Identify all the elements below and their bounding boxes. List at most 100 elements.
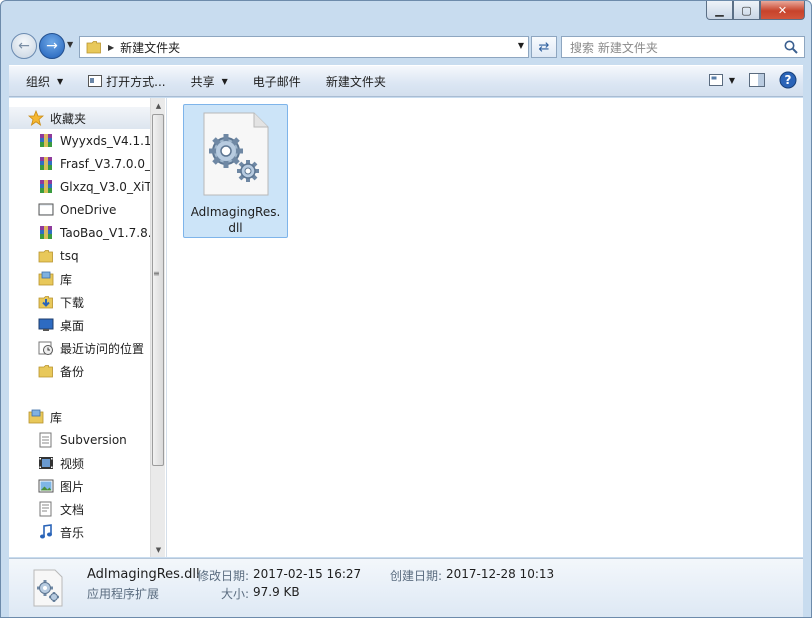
minimize-icon: ▁ <box>715 3 724 17</box>
folder-icon <box>38 250 53 263</box>
change-view-icon[interactable] <box>708 74 723 86</box>
address-dropdown-icon[interactable]: ▼ <box>518 41 524 50</box>
address-bar[interactable]: ▶ 新建文件夹 ▼ <box>79 36 529 58</box>
nav-item-label: tsq <box>60 249 79 263</box>
back-button[interactable]: ← <box>11 33 37 59</box>
music-icon <box>40 524 52 539</box>
nav-item-label: 图片 <box>60 479 85 494</box>
nav-favorite-item[interactable]: 库 <box>9 268 150 290</box>
refresh-icon: ⇄ <box>538 39 550 55</box>
breadcrumb-current[interactable]: 新建文件夹 <box>120 39 180 56</box>
scroll-down-icon[interactable]: ▼ <box>151 542 166 557</box>
nav-favorite-item[interactable]: 最近访问的位置 <box>9 337 150 359</box>
maximize-icon: ▢ <box>741 3 752 17</box>
search-placeholder: 搜索 新建文件夹 <box>570 40 658 55</box>
rar-archive-icon <box>40 157 52 170</box>
scroll-grip-icon: ≡ <box>153 269 160 278</box>
nav-favorite-item[interactable]: TaoBao_V1.7.8. <box>9 222 150 244</box>
search-icon[interactable] <box>783 39 799 55</box>
forward-button[interactable]: → <box>39 33 65 59</box>
nav-library-item[interactable]: 文档 <box>9 498 150 520</box>
organize-button[interactable]: 组织 ▼ <box>26 73 63 90</box>
chevron-down-icon: ▼ <box>221 76 228 86</box>
file-item[interactable]: AdImagingRes.dll <box>183 104 288 238</box>
forward-arrow-icon: → <box>46 38 58 54</box>
nav-item-label: OneDrive <box>60 203 117 217</box>
folder-icon <box>86 41 101 54</box>
file-list[interactable]: AdImagingRes.dll <box>167 98 803 557</box>
new-folder-button[interactable]: 新建文件夹 <box>326 73 386 90</box>
scroll-thumb[interactable] <box>152 114 164 466</box>
library-icon <box>28 409 44 424</box>
close-icon: ✕ <box>777 3 788 17</box>
share-button[interactable]: 共享 ▼ <box>191 73 228 90</box>
rar-archive-icon <box>40 226 52 239</box>
nav-library-item[interactable]: 音乐 <box>9 521 150 543</box>
command-bar: 组织 ▼ 打开方式... 共享 ▼ 电子邮件 新建文件夹 ▼ ? <box>9 65 803 97</box>
nav-item-label: 下载 <box>60 295 85 310</box>
desktop-icon <box>38 318 54 331</box>
library-icon <box>38 271 54 286</box>
scroll-up-icon[interactable]: ▲ <box>151 98 166 113</box>
navigation-pane: 收藏夹 Wyyxds_V4.1.1.1 Frasf_V3.7.0.0_X Glxzq_… <box>9 98 165 557</box>
nav-item-label: 视频 <box>60 456 85 471</box>
nav-favorite-item[interactable]: Glxzq_V3.0_XiTo <box>9 176 150 198</box>
caption-buttons: ▁ ▢ ✕ <box>706 1 805 21</box>
nav-item-label: 库 <box>60 272 73 287</box>
svg-text:?: ? <box>785 73 792 87</box>
detail-created-value: 2017-12-28 10:13 <box>446 567 555 581</box>
help-icon[interactable]: ? <box>779 71 797 89</box>
chevron-down-icon: ▼ <box>57 76 64 86</box>
document-library-icon <box>39 432 52 448</box>
preview-pane-icon[interactable] <box>749 73 765 87</box>
navigation-bar: ← → ▼ ▶ 新建文件夹 ▼ ⇄ 搜索 新建文件夹 <box>9 31 805 61</box>
nav-item-label: Wyyxds_V4.1.1.1 <box>60 134 150 148</box>
nav-item-label: 最近访问的位置 <box>60 341 145 356</box>
nav-library-item[interactable]: 图片 <box>9 475 150 497</box>
nav-favorite-item[interactable]: 下载 <box>9 291 150 313</box>
share-label: 共享 <box>190 74 215 89</box>
nav-favorites-header[interactable]: 收藏夹 <box>9 107 150 129</box>
nav-favorite-item[interactable]: tsq <box>9 245 150 267</box>
view-controls: ▼ ? <box>708 71 797 89</box>
nav-favorite-item[interactable]: Frasf_V3.7.0.0_X <box>9 153 150 175</box>
rar-archive-icon <box>40 180 52 193</box>
nav-favorite-item[interactable]: 备份 <box>9 360 150 382</box>
explorer-window: ▁ ▢ ✕ ← → ▼ ▶ 新建文件夹 ▼ ⇄ 搜索 新建文件夹 组织 ▼ 打开方… <box>0 0 812 618</box>
nav-item-label: 库 <box>50 410 63 425</box>
new-folder-label: 新建文件夹 <box>325 74 386 89</box>
breadcrumb-chevron-icon[interactable]: ▶ <box>108 43 114 52</box>
email-button[interactable]: 电子邮件 <box>253 73 301 90</box>
star-icon <box>28 110 44 126</box>
maximize-button[interactable]: ▢ <box>733 1 760 20</box>
window-icon <box>88 75 103 87</box>
nav-item-label: Subversion <box>60 433 127 447</box>
minimize-button[interactable]: ▁ <box>706 1 733 20</box>
nav-item-label: 备份 <box>60 364 85 379</box>
downloads-icon <box>38 296 53 309</box>
open-with-label: 打开方式... <box>106 74 166 89</box>
search-input[interactable]: 搜索 新建文件夹 <box>561 36 805 58</box>
nav-favorite-item[interactable]: 桌面 <box>9 314 150 336</box>
rar-archive-icon <box>40 134 52 147</box>
nav-item-label: 桌面 <box>60 318 85 333</box>
detail-filename: AdImagingRes.dll <box>87 567 200 582</box>
view-dropdown-icon[interactable]: ▼ <box>729 76 735 85</box>
refresh-button[interactable]: ⇄ <box>531 36 557 58</box>
nav-scrollbar[interactable]: ▲ ≡ ▼ <box>150 98 165 557</box>
nav-item-label: Frasf_V3.7.0.0_X <box>60 157 150 171</box>
close-button[interactable]: ✕ <box>760 1 805 20</box>
documents-icon <box>39 501 52 517</box>
open-with-button[interactable]: 打开方式... <box>88 73 166 90</box>
nav-favorite-item[interactable]: Wyyxds_V4.1.1.1 <box>9 130 150 152</box>
detail-size-label: 大小: <box>221 587 250 601</box>
nav-favorite-item[interactable]: OneDrive <box>9 199 150 221</box>
nav-libraries-header[interactable]: 库 <box>9 406 150 428</box>
video-icon <box>39 457 53 469</box>
nav-library-item[interactable]: Subversion <box>9 429 150 451</box>
detail-size-value: 97.9 KB <box>253 585 300 599</box>
email-label: 电子邮件 <box>252 74 301 89</box>
nav-item-label: 文档 <box>60 502 85 517</box>
recent-pages-dropdown[interactable]: ▼ <box>67 40 75 49</box>
nav-library-item[interactable]: 视频 <box>9 452 150 474</box>
